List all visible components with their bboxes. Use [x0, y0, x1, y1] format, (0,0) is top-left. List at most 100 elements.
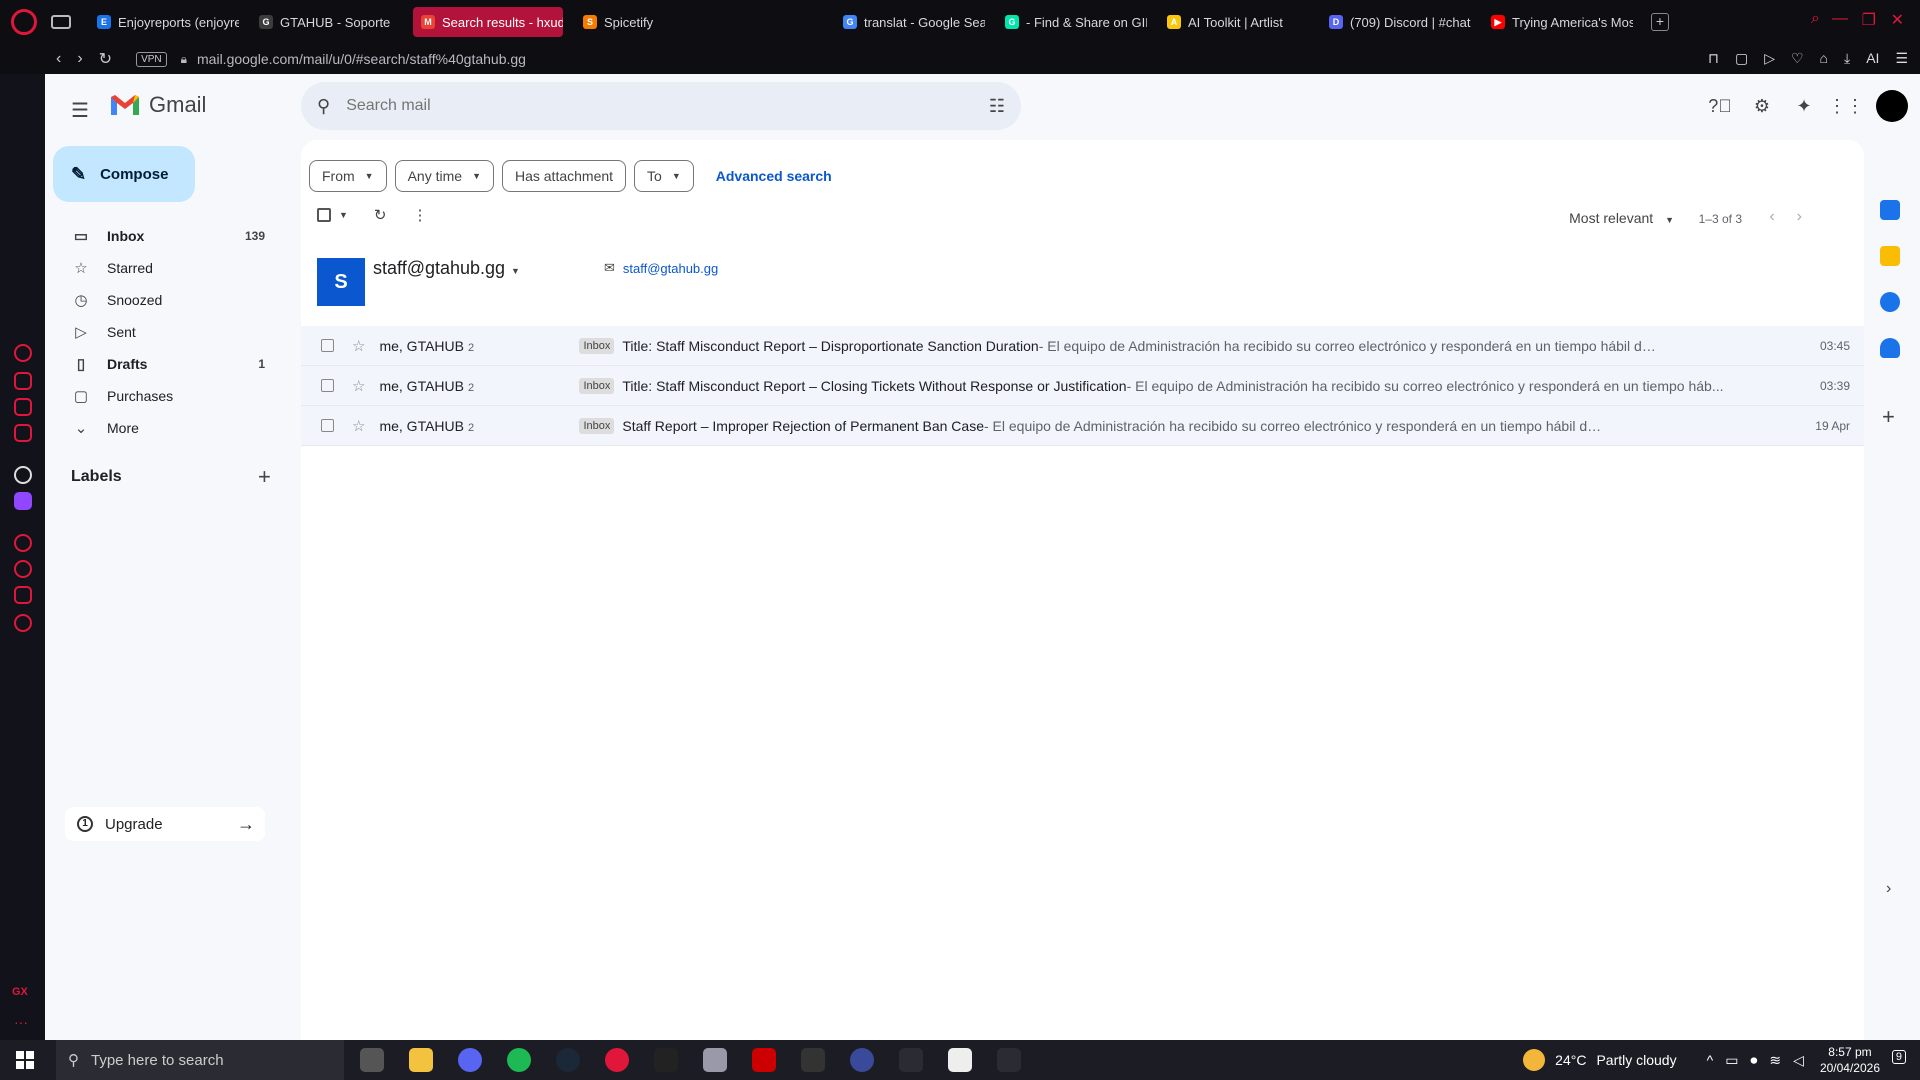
opera-gx-icon[interactable] [605, 1048, 629, 1072]
browser-tab[interactable]: S Spicetify [575, 7, 725, 37]
steam-icon[interactable] [556, 1048, 580, 1072]
calendar-icon[interactable] [1880, 200, 1900, 220]
search-input[interactable] [346, 97, 907, 115]
capcut-icon[interactable] [948, 1048, 972, 1072]
inbox-tag[interactable]: Inbox [579, 377, 615, 394]
app-icon[interactable] [850, 1048, 874, 1072]
add-label-icon[interactable]: + [258, 464, 271, 490]
main-menu-icon[interactable]: ☰ [71, 98, 91, 123]
chatgpt-icon[interactable] [14, 466, 32, 484]
task-view-icon[interactable] [360, 1048, 384, 1072]
compose-button[interactable]: ✎ Compose [53, 146, 195, 202]
keep-icon[interactable] [1880, 246, 1900, 266]
email-row[interactable]: ☆ me, GTAHUB 2 Inbox Staff Report – Improper… [301, 406, 1864, 446]
nav-item-purchases[interactable]: ▢ Purchases [45, 380, 285, 412]
browser-tab[interactable]: ▶ Trying America's Most O [1483, 7, 1633, 37]
minimize-icon[interactable]: — [1832, 10, 1848, 28]
weather-widget[interactable]: 24°C Partly cloudy [1523, 1049, 1677, 1071]
apps-icon[interactable]: ⋮⋮ [1828, 94, 1864, 118]
filter-to[interactable]: To ▼ [634, 160, 694, 192]
download-icon[interactable]: ⤓ [1844, 50, 1850, 67]
advanced-search-link[interactable]: Advanced search [716, 168, 832, 184]
nav-item-more[interactable]: ⌄ More [45, 412, 285, 444]
gx-icon[interactable]: GX [12, 986, 28, 998]
expand-panel-icon[interactable]: › [1886, 880, 1891, 898]
nav-item-starred[interactable]: ☆ Starred [45, 252, 285, 284]
filter-has-attachment[interactable]: Has attachment [501, 160, 627, 192]
snapshot-sidebar-icon[interactable] [14, 398, 32, 416]
inbox-tag[interactable]: Inbox [579, 417, 615, 434]
spotify-icon[interactable] [507, 1048, 531, 1072]
mic-icon[interactable]: ⏺ [1750, 1052, 1757, 1069]
account-avatar[interactable] [1876, 90, 1908, 122]
back-icon[interactable]: ‹ [56, 50, 61, 68]
row-checkbox[interactable] [321, 339, 334, 352]
add-addon-icon[interactable]: + [1882, 404, 1895, 430]
browser-tab[interactable]: G - Find & Share on GIPHY [997, 7, 1147, 37]
browser-tab[interactable]: D (709) Discord | #chat-ge [1321, 7, 1471, 37]
nav-item-snoozed[interactable]: ◷ Snoozed [45, 284, 285, 316]
bookmark-icon[interactable]: ⊓ [1708, 50, 1719, 67]
menu-icon[interactable]: ☰ [1895, 50, 1908, 67]
workspace-icon[interactable] [14, 372, 32, 390]
select-all-checkbox[interactable] [317, 208, 331, 222]
tab-manager-icon[interactable] [51, 15, 71, 29]
snapshot-icon[interactable]: ▢ [1735, 50, 1748, 67]
volume-icon[interactable]: ◁ [1793, 1052, 1804, 1069]
browser-tab[interactable]: M Search results - hxudfdux [413, 7, 563, 37]
nav-item-drafts[interactable]: ▯ Drafts 1 [45, 348, 285, 380]
nav-item-sent[interactable]: ▷ Sent [45, 316, 285, 348]
search-options-icon[interactable]: ☷ [989, 96, 1005, 117]
play-icon[interactable]: ▷ [1764, 50, 1775, 67]
more-actions-icon[interactable]: ⋮ [413, 206, 428, 224]
notification-badge[interactable]: 9 [1891, 1050, 1906, 1064]
next-page-icon[interactable]: › [1797, 208, 1824, 225]
discord-icon[interactable] [458, 1048, 482, 1072]
clock[interactable]: 8:57 pm 20/04/2026 [1820, 1044, 1880, 1076]
filter-any-time[interactable]: Any time ▼ [394, 160, 494, 192]
player-icon[interactable] [14, 534, 32, 552]
taskbar-search[interactable]: ⚲ Type here to search [56, 1040, 344, 1080]
settings-icon[interactable]: ⚙ [1750, 94, 1774, 118]
razer-icon[interactable] [752, 1048, 776, 1072]
more-sidebar-icon[interactable]: ··· [14, 1014, 28, 1030]
new-tab-button[interactable]: + [1651, 13, 1669, 31]
email-row[interactable]: ☆ me, GTAHUB 2 Inbox Title: Staff Misconduct… [301, 326, 1864, 366]
ai-button[interactable]: AI [1866, 50, 1879, 67]
url-field[interactable]: mail.google.com/mail/u/0/#search/staff%4… [197, 51, 526, 67]
browser-tab[interactable]: Gtranslat - Google Search [835, 7, 985, 37]
row-checkbox[interactable] [321, 419, 334, 432]
star-icon[interactable]: ☆ [352, 377, 365, 395]
valorant-icon[interactable] [801, 1048, 825, 1072]
sort-dropdown[interactable]: Most relevant ▼ [1569, 210, 1674, 226]
twitch-icon[interactable] [14, 492, 32, 510]
upgrade-button[interactable]: 1 Upgrade → [65, 807, 265, 841]
star-icon[interactable]: ☆ [352, 337, 365, 355]
account-icon[interactable]: ⌂ [1820, 50, 1828, 67]
email-row[interactable]: ☆ me, GTAHUB 2 Inbox Title: Staff Misconduct… [301, 366, 1864, 406]
help-icon[interactable]: ?⃝ [1708, 94, 1732, 118]
tasks-icon[interactable] [1880, 292, 1900, 312]
prev-page-icon[interactable]: ‹ [1769, 208, 1796, 225]
epic-icon[interactable] [654, 1048, 678, 1072]
refresh-icon[interactable]: ↻ [374, 206, 387, 224]
heart-icon[interactable]: ♡ [1791, 50, 1804, 67]
contacts-icon[interactable] [1880, 338, 1900, 358]
search-tabs-icon[interactable]: ⌕ [1811, 10, 1820, 28]
restore-icon[interactable]: ❐ [1862, 10, 1876, 30]
contact-name-wrap[interactable]: staff@gtahub.gg ▼ [373, 258, 520, 279]
aria-icon[interactable] [14, 344, 32, 362]
browser-tab[interactable]: E Enjoyreports (enjoyrepor [89, 7, 239, 37]
meet-icon[interactable]: ▭ [1725, 1052, 1738, 1069]
file-explorer-icon[interactable] [409, 1048, 433, 1072]
contact-avatar[interactable]: S [317, 258, 365, 306]
forward-icon[interactable]: › [77, 50, 82, 68]
reload-icon[interactable]: ↻ [99, 49, 112, 69]
browser-tab[interactable]: G GTAHUB - Soporte [251, 7, 401, 37]
star-icon[interactable]: ☆ [352, 417, 365, 435]
rockstar-icon[interactable] [997, 1048, 1021, 1072]
app-icon[interactable] [703, 1048, 727, 1072]
filter-from[interactable]: From ▼ [309, 160, 387, 192]
network-icon[interactable]: ≋ [1769, 1052, 1781, 1069]
gmail-sidebar-icon[interactable] [14, 424, 32, 442]
